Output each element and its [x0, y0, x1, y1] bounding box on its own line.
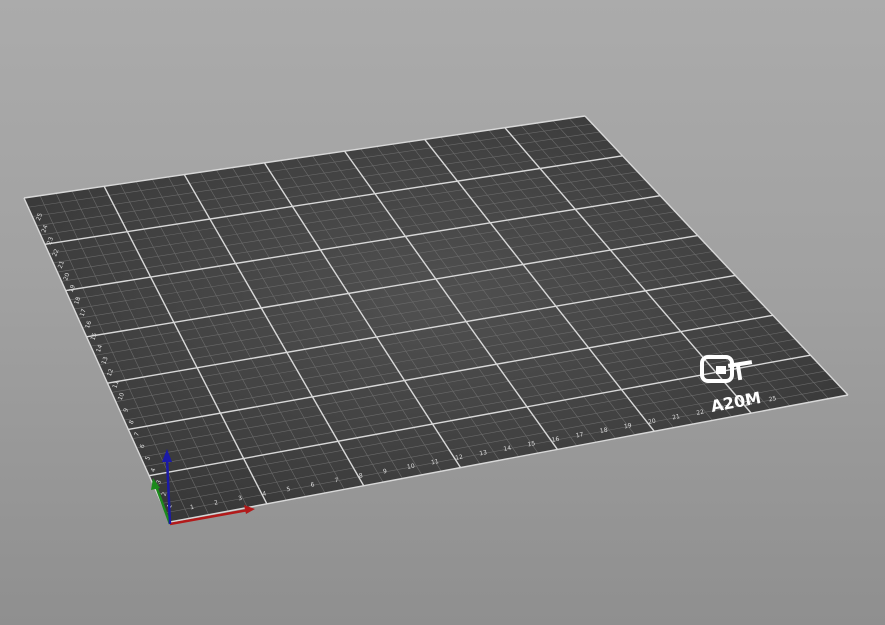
x-tick-label: 25	[768, 395, 777, 403]
x-tick-label: 12	[455, 454, 464, 462]
x-tick-label: 21	[672, 413, 681, 421]
build-plate-scene[interactable]: 1234567891011121314151617181920212223242…	[0, 0, 885, 625]
x-tick-label: 15	[527, 440, 536, 448]
x-tick-label: 11	[431, 458, 440, 466]
x-tick-label: 22	[696, 409, 705, 417]
x-tick-label: 16	[551, 436, 560, 444]
3d-viewport[interactable]: 1 2 3 4 5 6 7 8 9 10 11 12 13 14 15 16 17 18 19 20 21 22 23 24 2…	[0, 0, 885, 625]
x-tick-label: 14	[503, 445, 512, 453]
x-tick-label: 13	[479, 449, 488, 457]
x-tick-label: 20	[648, 418, 657, 426]
x-tick-label: 19	[624, 422, 633, 430]
x-tick-label: 10	[407, 463, 416, 471]
x-tick-label: 18	[599, 427, 608, 435]
x-tick-label: 17	[575, 431, 584, 439]
